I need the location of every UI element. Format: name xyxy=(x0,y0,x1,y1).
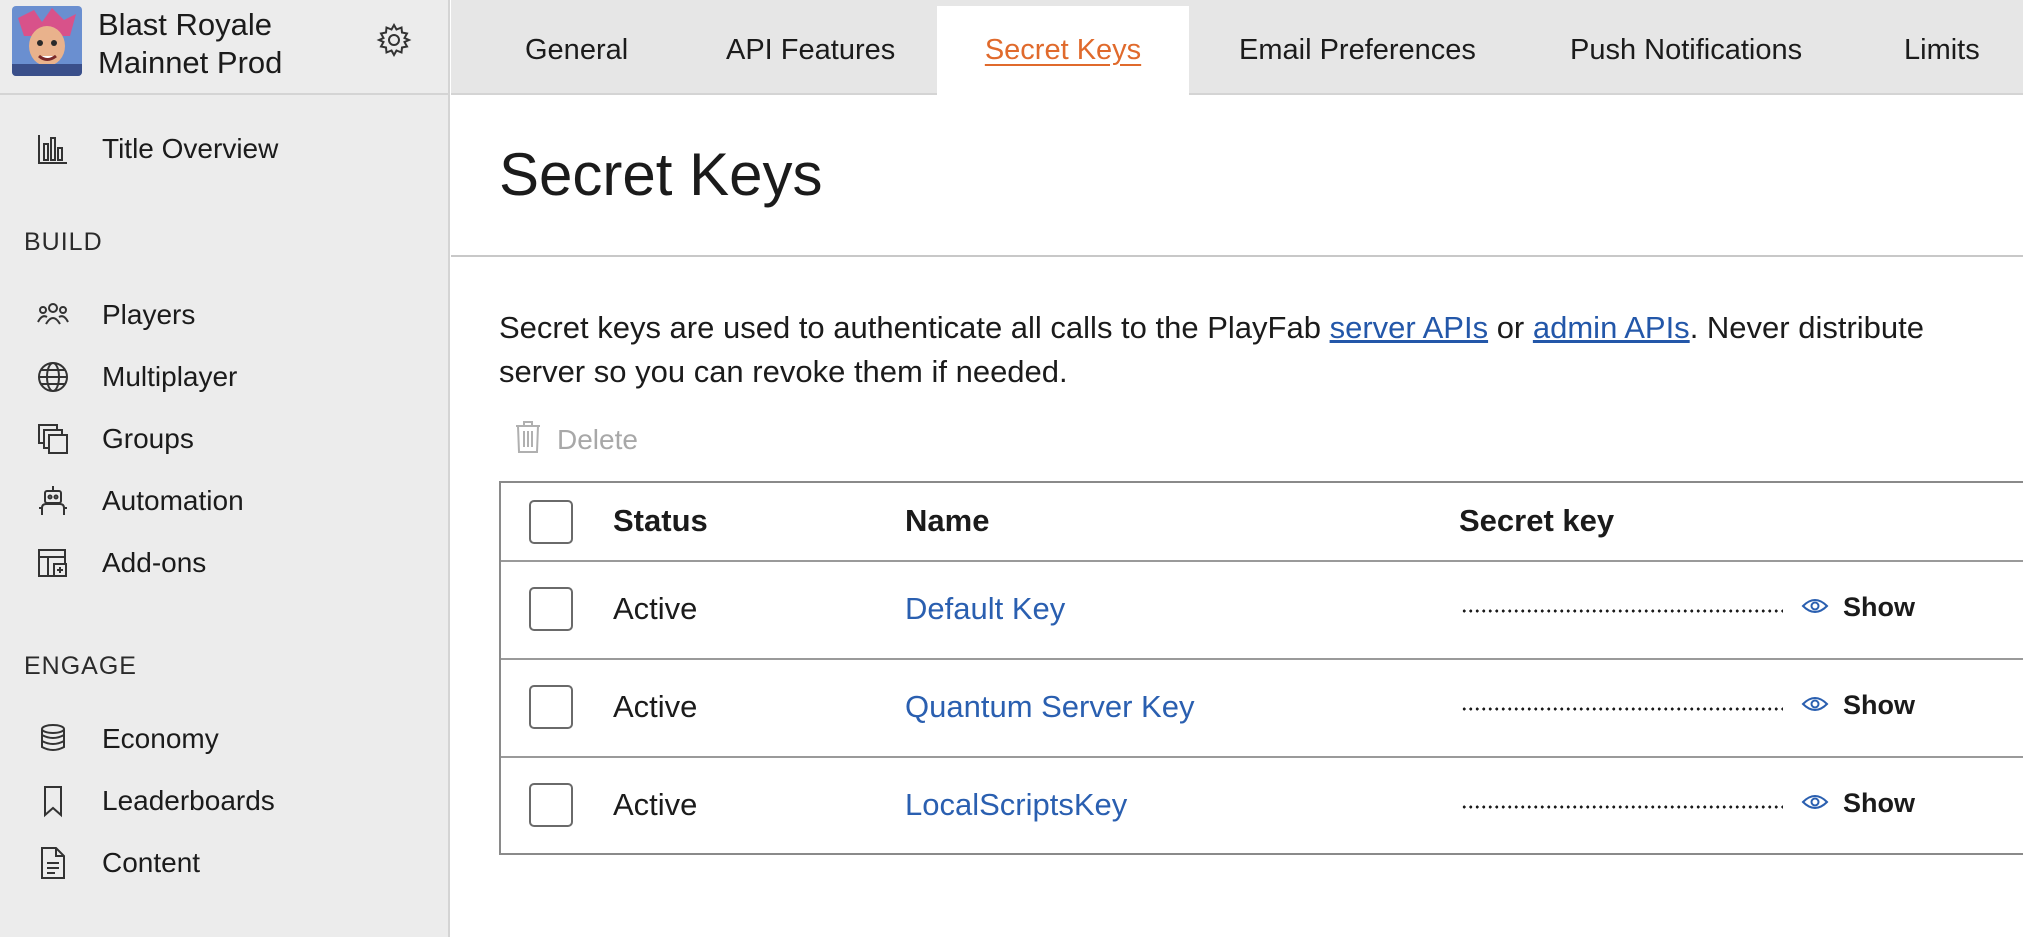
groups-icon xyxy=(36,422,70,456)
column-header-status[interactable]: Status xyxy=(613,503,708,539)
eye-icon xyxy=(1801,690,1829,721)
show-key-button[interactable]: Show xyxy=(1801,690,1915,721)
sidebar-item-label: Leaderboards xyxy=(102,785,275,816)
column-header-secret-key[interactable]: Secret key xyxy=(1459,503,1614,539)
sidebar-item-economy[interactable]: Economy xyxy=(0,710,450,766)
title-name: Blast Royale Mainnet Prod xyxy=(98,7,283,80)
players-icon xyxy=(36,298,70,332)
key-name-link[interactable]: Quantum Server Key xyxy=(905,689,1194,725)
description-text: Secret keys are used to authenticate all… xyxy=(499,310,1330,345)
secret-keys-table: Status Name Secret key Active Default Ke… xyxy=(499,481,2023,855)
tab-limits[interactable]: Limits xyxy=(1904,0,1980,95)
status-cell: Active xyxy=(613,689,698,724)
key-name-link[interactable]: Default Key xyxy=(905,591,1065,627)
bookmark-icon xyxy=(36,784,70,818)
page-description: Secret keys are used to authenticate all… xyxy=(499,306,2023,394)
show-key-button[interactable]: Show xyxy=(1801,592,1915,623)
sidebar-item-label: Groups xyxy=(102,423,194,454)
sidebar-item-label: Automation xyxy=(102,485,244,516)
masked-secret-key xyxy=(1461,707,1783,711)
trash-icon xyxy=(515,420,541,461)
table-row: Active LocalScriptsKey Show xyxy=(501,758,2023,855)
sidebar-item-label: Content xyxy=(102,847,201,878)
status-cell: Active xyxy=(613,591,698,626)
engage-section-heading: ENGAGE xyxy=(24,652,137,680)
tab-push-notifications[interactable]: Push Notifications xyxy=(1570,0,1802,95)
table-row: Active Default Key Show xyxy=(501,562,2023,660)
description-text: . Never distribute xyxy=(1689,310,1925,345)
sidebar-item-label: Add-ons xyxy=(102,547,207,578)
row-checkbox[interactable] xyxy=(529,783,573,827)
sidebar-item-content[interactable]: Content xyxy=(0,834,450,890)
sidebar-item-label: Multiplayer xyxy=(102,361,238,392)
column-header-name[interactable]: Name xyxy=(905,503,989,539)
addons-icon xyxy=(36,546,70,580)
masked-secret-key xyxy=(1461,609,1783,613)
show-key-button[interactable]: Show xyxy=(1801,788,1915,819)
build-section-heading: BUILD xyxy=(24,228,103,256)
tab-general[interactable]: General xyxy=(525,0,628,95)
row-checkbox[interactable] xyxy=(529,685,573,729)
show-label: Show xyxy=(1843,592,1915,622)
delete-label: Delete xyxy=(557,424,638,455)
sidebar-item-leaderboards[interactable]: Leaderboards xyxy=(0,772,450,828)
title-avatar[interactable] xyxy=(12,6,82,76)
sidebar-item-label: Title Overview xyxy=(102,133,279,164)
delete-button[interactable]: Delete xyxy=(515,420,638,460)
globe-icon xyxy=(36,360,70,394)
sidebar-item-label: Players xyxy=(102,299,196,330)
description-text: or xyxy=(1488,310,1533,345)
table-row: Active Quantum Server Key Show xyxy=(501,660,2023,758)
description-text: server so you can revoke them if needed. xyxy=(499,354,1068,389)
title-header: Blast Royale Mainnet Prod xyxy=(0,0,450,95)
bar-chart-icon xyxy=(36,132,70,166)
eye-icon xyxy=(1801,788,1829,819)
title-divider xyxy=(451,255,2023,257)
show-label: Show xyxy=(1843,690,1915,720)
sidebar-item-addons[interactable]: Add-ons xyxy=(0,534,450,590)
select-all-checkbox[interactable] xyxy=(529,500,573,544)
settings-gear-icon[interactable] xyxy=(376,22,412,58)
tab-api-features[interactable]: API Features xyxy=(726,0,895,95)
tab-secret-keys[interactable]: Secret Keys xyxy=(937,6,1189,97)
server-apis-link[interactable]: server APIs xyxy=(1330,310,1489,345)
admin-apis-link[interactable]: admin APIs xyxy=(1533,310,1690,345)
document-icon xyxy=(36,846,70,880)
row-checkbox[interactable] xyxy=(529,587,573,631)
key-name-link[interactable]: LocalScriptsKey xyxy=(905,787,1127,823)
eye-icon xyxy=(1801,592,1829,623)
show-label: Show xyxy=(1843,788,1915,818)
sidebar-item-automation[interactable]: Automation xyxy=(0,472,450,528)
sidebar-item-title-overview[interactable]: Title Overview xyxy=(0,120,450,176)
masked-secret-key xyxy=(1461,805,1783,809)
page-title: Secret Keys xyxy=(499,141,823,208)
sidebar-item-label: Economy xyxy=(102,723,219,754)
sidebar: Blast Royale Mainnet Prod Title Overview… xyxy=(0,0,450,937)
robot-icon xyxy=(36,484,70,518)
sidebar-item-players[interactable]: Players xyxy=(0,286,450,342)
settings-tab-bar: General API Features Secret Keys Email P… xyxy=(451,0,2023,97)
table-header-row: Status Name Secret key xyxy=(501,483,2023,562)
tab-email-preferences[interactable]: Email Preferences xyxy=(1239,0,1476,95)
sidebar-item-groups[interactable]: Groups xyxy=(0,410,450,466)
status-cell: Active xyxy=(613,787,698,822)
sidebar-item-multiplayer[interactable]: Multiplayer xyxy=(0,348,450,404)
coins-icon xyxy=(36,722,70,756)
